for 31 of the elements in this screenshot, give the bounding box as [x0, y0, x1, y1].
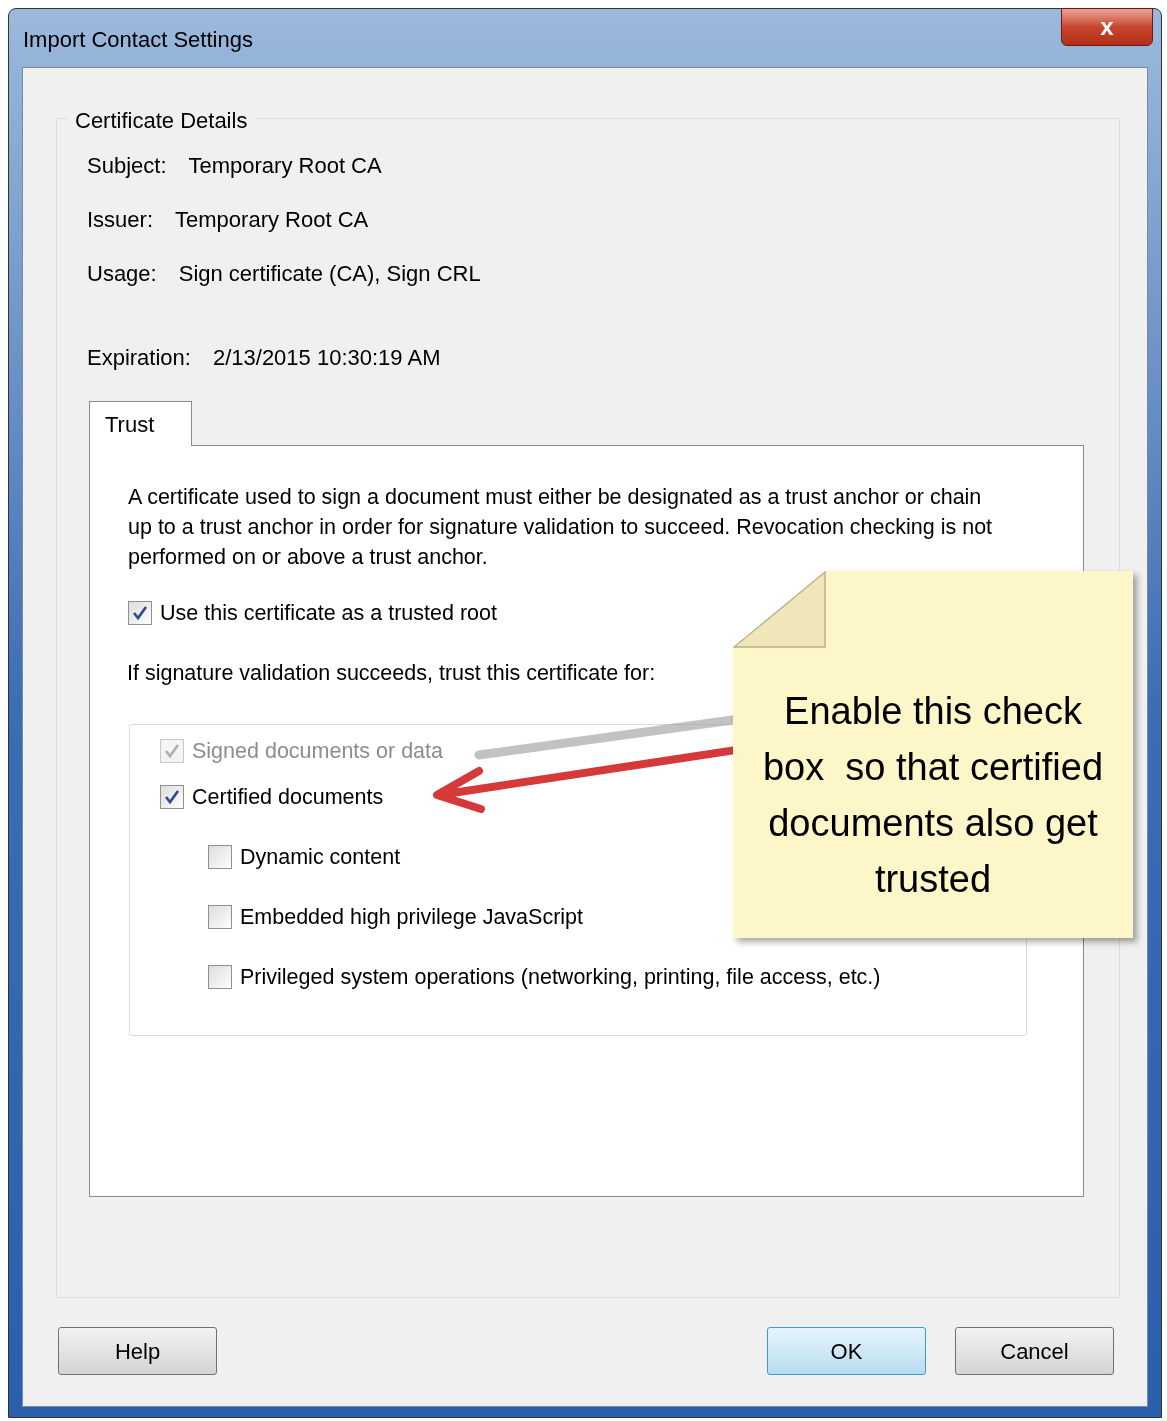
- checkbox[interactable]: [208, 905, 232, 929]
- trust-for-label: If signature validation succeeds, trust this certificate for:: [127, 660, 656, 687]
- checkbox-label: Signed documents or data: [192, 738, 443, 765]
- window-title: Import Contact Settings: [23, 26, 253, 54]
- field-value: 2/13/2015 10:30:19 AM: [212, 346, 441, 370]
- checkbox-label: Certified documents: [192, 784, 384, 811]
- check-icon: [132, 605, 148, 621]
- field-label: Subject:: [87, 154, 167, 178]
- checkbox-label: Dynamic content: [240, 844, 402, 871]
- trust-description: A certificate used to sign a document must either be designated as a trust anchor or chain up to a trust anchor in order for signature validation to succeed. Revocation checking is not performed on or above a trust anchor.: [128, 484, 994, 571]
- dialog-button[interactable]: OK: [767, 1327, 926, 1375]
- checkbox[interactable]: [160, 785, 184, 809]
- checkbox[interactable]: [128, 601, 152, 625]
- tab[interactable]: Trust: [89, 401, 192, 446]
- checkbox-label: Privileged system operations (networking, printing, file access, etc.): [240, 964, 882, 991]
- field-label: Expiration:: [87, 346, 191, 370]
- dialog-button[interactable]: Help: [58, 1327, 217, 1375]
- field-label: Usage:: [87, 262, 157, 286]
- checkbox-label: Use this certificate as a trusted root: [160, 600, 497, 627]
- callout-text: Enable this check box so that certified documents also get trusted: [761, 689, 1105, 902]
- field-label: Issuer:: [87, 208, 154, 232]
- check-icon: [164, 789, 180, 805]
- checkbox[interactable]: [208, 845, 232, 869]
- field-value: Temporary Root CA: [175, 208, 369, 232]
- check-icon: [164, 743, 180, 759]
- field-value: Temporary Root CA: [188, 154, 382, 178]
- field-value: Sign certificate (CA), Sign CRL: [178, 262, 481, 286]
- checkbox[interactable]: [208, 965, 232, 989]
- close-button[interactable]: x: [1061, 8, 1153, 46]
- dialog-button[interactable]: Cancel: [955, 1327, 1114, 1375]
- checkbox-label: Embedded high privilege JavaScript: [240, 904, 584, 931]
